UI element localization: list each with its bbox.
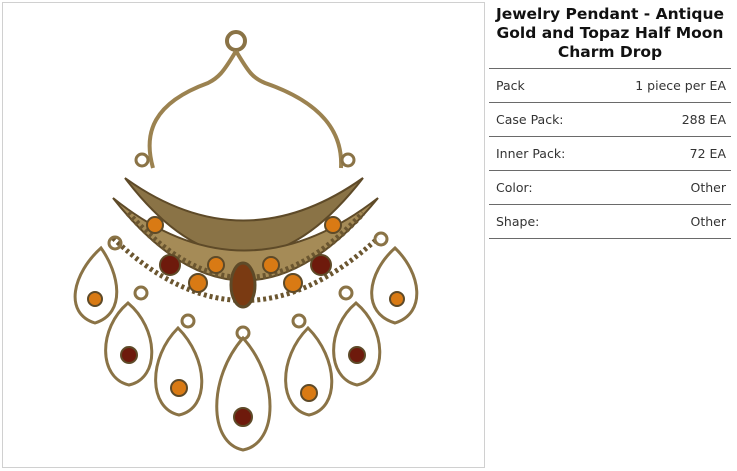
spec-label: Color: — [496, 180, 533, 195]
spec-label: Shape: — [496, 214, 540, 229]
spec-row-color: Color: Other — [489, 171, 731, 205]
spec-row-inner-pack: Inner Pack: 72 EA — [489, 137, 731, 171]
product-image-frame — [2, 2, 485, 468]
spec-value: 1 piece per EA — [635, 78, 726, 93]
spec-label: Inner Pack: — [496, 146, 566, 161]
spec-row-case-pack: Case Pack: 288 EA — [489, 103, 731, 137]
spec-label: Pack — [496, 78, 525, 93]
product-info-panel: Jewelry Pendant - Antique Gold and Topaz… — [489, 0, 731, 239]
spec-table: Pack 1 piece per EA Case Pack: 288 EA In… — [489, 68, 731, 239]
spec-value: Other — [690, 214, 727, 229]
pendant-image — [73, 30, 419, 452]
product-title: Jewelry Pendant - Antique Gold and Topaz… — [495, 5, 725, 61]
spec-value: Other — [690, 180, 727, 195]
spec-row-pack: Pack 1 piece per EA — [489, 69, 731, 103]
spec-value: 288 EA — [681, 112, 726, 127]
spec-row-shape: Shape: Other — [489, 205, 731, 239]
spec-label: Case Pack: — [496, 112, 564, 127]
spec-value: 72 EA — [689, 146, 726, 161]
